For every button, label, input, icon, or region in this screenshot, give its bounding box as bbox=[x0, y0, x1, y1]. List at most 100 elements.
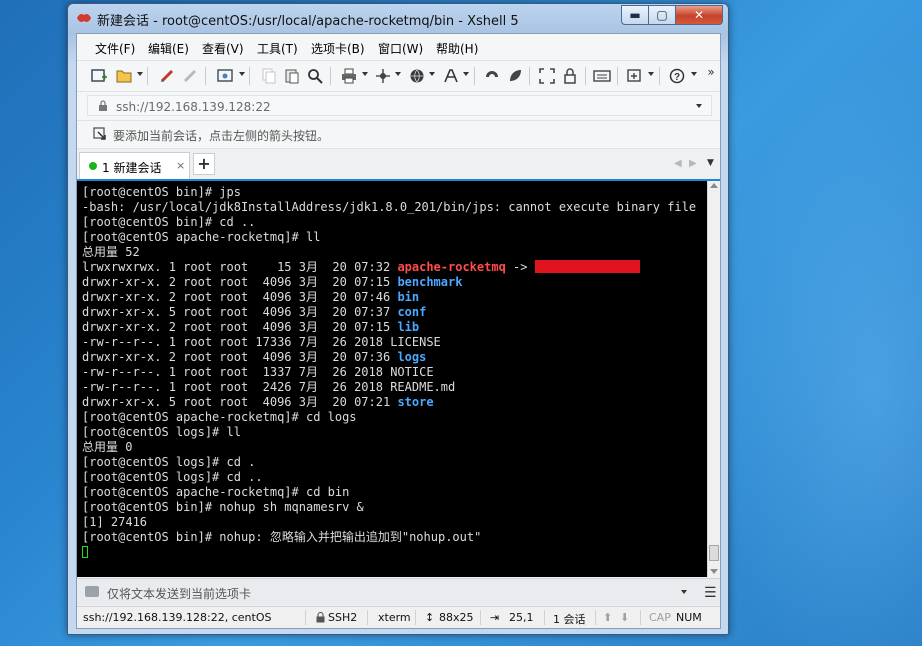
tab-close-icon[interactable]: × bbox=[176, 159, 185, 172]
menu-view[interactable]: 查看(V) bbox=[202, 40, 244, 57]
address-bar: ssh://192.168.139.128:22 bbox=[77, 92, 720, 121]
script-icon[interactable] bbox=[505, 66, 525, 86]
terminal-line: [root@centOS bin]# cd .. bbox=[82, 215, 256, 229]
toolbar-separator bbox=[659, 67, 660, 85]
window-client-area: 文件(F) 编辑(E) 查看(V) 工具(T) 选项卡(B) 窗口(W) 帮助(… bbox=[76, 33, 721, 629]
help-dropdown-icon[interactable] bbox=[691, 72, 697, 76]
terminal-line: [root@centOS apache-rocketmq]# cd bin bbox=[82, 485, 350, 499]
toolbar-separator bbox=[529, 67, 530, 85]
open-folder-icon[interactable] bbox=[114, 66, 134, 86]
maximize-button[interactable]: ▢ bbox=[648, 5, 676, 25]
compose-input[interactable]: 仅将文本发送到当前选项卡 bbox=[107, 585, 251, 602]
scroll-thumb[interactable] bbox=[709, 545, 719, 561]
dir-conf: conf bbox=[397, 305, 427, 319]
paste-icon[interactable] bbox=[282, 66, 302, 86]
minimize-button[interactable]: ▬ bbox=[621, 5, 649, 25]
menu-help[interactable]: 帮助(H) bbox=[436, 40, 478, 57]
tab-next-icon[interactable]: ▶ bbox=[689, 158, 697, 169]
new-session-icon[interactable] bbox=[89, 66, 109, 86]
menu-tab[interactable]: 选项卡(B) bbox=[311, 40, 365, 57]
terminal-line: 总用量 0 bbox=[82, 440, 133, 454]
arrow-up-icon[interactable]: ⬆ bbox=[603, 611, 612, 624]
toolbar-separator bbox=[249, 67, 250, 85]
connected-status-icon bbox=[89, 162, 97, 170]
terminal-line: [root@centOS apache-rocketmq]# cd logs bbox=[82, 410, 357, 424]
address-value: ssh://192.168.139.128:22 bbox=[116, 100, 271, 114]
connect-icon[interactable] bbox=[157, 66, 177, 86]
compose-dropdown-icon[interactable] bbox=[681, 590, 687, 594]
xftp-icon[interactable] bbox=[482, 66, 502, 86]
transfer-icon[interactable] bbox=[373, 66, 393, 86]
find-icon[interactable] bbox=[305, 66, 325, 86]
status-cap: CAP bbox=[649, 611, 671, 624]
toolbar-separator bbox=[474, 67, 475, 85]
tab-label: 1 新建会话 bbox=[102, 161, 162, 175]
menu-tools[interactable]: 工具(T) bbox=[257, 40, 298, 57]
address-dropdown-icon[interactable] bbox=[696, 104, 702, 108]
menu-edit[interactable]: 编辑(E) bbox=[148, 40, 189, 57]
redacted-block bbox=[534, 260, 640, 273]
add-icon[interactable] bbox=[625, 66, 645, 86]
dir-benchmark: benchmark bbox=[397, 275, 463, 289]
open-dropdown-icon[interactable] bbox=[137, 72, 143, 76]
terminal-output: [root@centOS bin]# jps -bash: /usr/local… bbox=[82, 185, 696, 560]
toolbar: ? » bbox=[77, 61, 720, 92]
terminal-line: [root@centOS logs]# cd . bbox=[82, 455, 256, 469]
dir-lib: lib bbox=[397, 320, 420, 334]
compose-icon bbox=[85, 586, 99, 597]
terminal-screen[interactable]: [root@centOS bin]# jps -bash: /usr/local… bbox=[77, 181, 707, 577]
print-dropdown-icon[interactable] bbox=[362, 72, 368, 76]
address-field[interactable]: ssh://192.168.139.128:22 bbox=[87, 95, 712, 116]
symlink-arrow: -> bbox=[505, 260, 535, 274]
terminal-scrollbar[interactable] bbox=[707, 181, 720, 577]
terminal-line: drwxr-xr-x. 2 root root 4096 3月 20 07:15 bbox=[82, 275, 398, 289]
new-tab-button[interactable]: + bbox=[193, 153, 215, 175]
globe-icon[interactable] bbox=[407, 66, 427, 86]
close-button[interactable]: ✕ bbox=[675, 5, 723, 25]
toolbar-separator bbox=[617, 67, 618, 85]
lock-icon[interactable] bbox=[560, 66, 580, 86]
xshell-app-icon bbox=[77, 14, 91, 22]
add-session-arrow-icon[interactable] bbox=[93, 127, 107, 141]
scroll-down-icon[interactable] bbox=[710, 569, 718, 574]
terminal-line: -rw-r--r--. 1 root root 2426 7月 26 2018 … bbox=[82, 380, 456, 394]
terminal-line: -bash: /usr/local/jdk8InstallAddress/jdk… bbox=[82, 200, 697, 214]
dir-bin: bin bbox=[397, 290, 420, 304]
menu-window[interactable]: 窗口(W) bbox=[378, 40, 423, 57]
terminal-line: [root@centOS bin]# nohup: 忽略输入并把输出追加到"no… bbox=[82, 530, 482, 544]
help-icon[interactable]: ? bbox=[667, 66, 687, 86]
font-dropdown-icon[interactable] bbox=[463, 72, 469, 76]
cursor-position-icon: ⇥ bbox=[490, 611, 500, 624]
keyboard-icon[interactable] bbox=[592, 66, 612, 86]
terminal-line: drwxr-xr-x. 5 root root 4096 3月 20 07:37 bbox=[82, 305, 398, 319]
scroll-up-icon[interactable] bbox=[710, 183, 718, 188]
status-separator bbox=[640, 610, 641, 625]
properties-icon[interactable] bbox=[215, 66, 235, 86]
status-separator bbox=[480, 610, 481, 625]
globe-dropdown-icon[interactable] bbox=[429, 72, 435, 76]
compose-bar[interactable]: 仅将文本发送到当前选项卡 ☰ bbox=[77, 578, 720, 605]
transfer-dropdown-icon[interactable] bbox=[395, 72, 401, 76]
status-connection: ssh://192.168.139.128:22, centOS bbox=[83, 611, 272, 624]
copy-icon[interactable] bbox=[259, 66, 279, 86]
menu-file[interactable]: 文件(F) bbox=[95, 40, 135, 57]
tab-session-1[interactable]: 1 新建会话 × bbox=[79, 152, 190, 179]
font-icon[interactable] bbox=[441, 66, 461, 86]
hint-bar: 要添加当前会话，点击左侧的箭头按钮。 bbox=[77, 121, 720, 149]
properties-dropdown-icon[interactable] bbox=[239, 72, 245, 76]
add-dropdown-icon[interactable] bbox=[648, 72, 654, 76]
tab-prev-icon[interactable]: ◀ bbox=[674, 158, 682, 169]
title-bar[interactable]: 新建会话 - root@centOS:/usr/local/apache-roc… bbox=[68, 4, 728, 32]
disconnect-icon[interactable] bbox=[180, 66, 200, 86]
terminal-line: drwxr-xr-x. 2 root root 4096 3月 20 07:36 bbox=[82, 350, 398, 364]
terminal-line: -rw-r--r--. 1 root root 17336 7月 26 2018… bbox=[82, 335, 441, 349]
lock-icon bbox=[316, 612, 325, 623]
toolbar-overflow-icon[interactable]: » bbox=[705, 62, 717, 82]
fullscreen-icon[interactable] bbox=[537, 66, 557, 86]
xshell-window: 新建会话 - root@centOS:/usr/local/apache-roc… bbox=[67, 3, 729, 635]
tab-menu-icon[interactable]: ▼ bbox=[707, 158, 714, 168]
compose-menu-icon[interactable]: ☰ bbox=[704, 585, 717, 601]
arrow-down-icon[interactable]: ⬇ bbox=[620, 611, 629, 624]
status-position: 25,1 bbox=[509, 611, 534, 624]
print-icon[interactable] bbox=[339, 66, 359, 86]
